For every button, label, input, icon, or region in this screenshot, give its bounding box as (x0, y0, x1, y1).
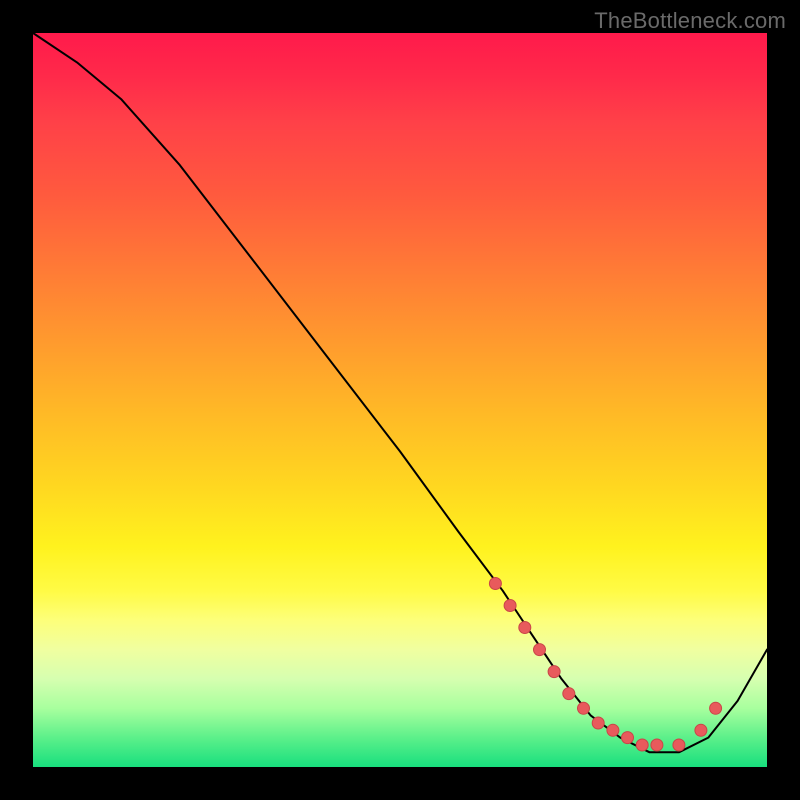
watermark-text: TheBottleneck.com (594, 8, 786, 34)
plot-area (33, 33, 767, 767)
sweet-spot-dot (673, 739, 685, 751)
sweet-spot-dot (578, 702, 590, 714)
sweet-spot-dot (622, 732, 634, 744)
sweet-spot-dot (563, 688, 575, 700)
bottleneck-curve (33, 33, 767, 752)
sweet-spot-dots (489, 578, 721, 752)
chart-frame: TheBottleneck.com (0, 0, 800, 800)
sweet-spot-dot (504, 600, 516, 612)
sweet-spot-dot (695, 724, 707, 736)
sweet-spot-dot (710, 702, 722, 714)
sweet-spot-dot (519, 622, 531, 634)
sweet-spot-dot (548, 666, 560, 678)
sweet-spot-dot (489, 578, 501, 590)
sweet-spot-dot (651, 739, 663, 751)
sweet-spot-dot (534, 644, 546, 656)
sweet-spot-dot (607, 724, 619, 736)
sweet-spot-dot (592, 717, 604, 729)
chart-svg (33, 33, 767, 767)
sweet-spot-dot (636, 739, 648, 751)
